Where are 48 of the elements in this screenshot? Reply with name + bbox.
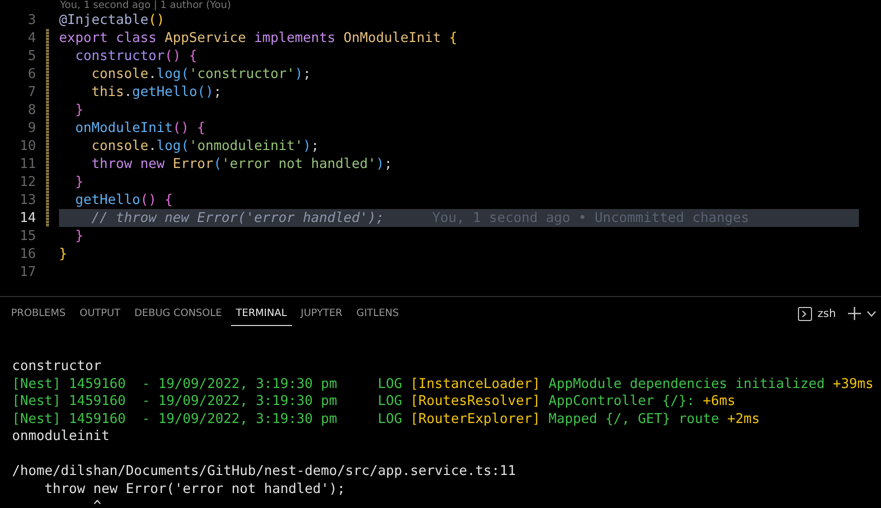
line-number: 8	[26, 101, 36, 119]
code-line: }	[74, 227, 84, 245]
terminal-output-line: constructor	[12, 358, 102, 374]
line-number: 13	[18, 191, 36, 209]
terminal-output-line: onmoduleinit	[12, 428, 110, 444]
code-line: throw new Error('error not handled');	[90, 155, 392, 173]
terminal-output-line: /home/dilshan/Documents/GitHub/nest-demo/src/app.service.ts:11	[12, 463, 516, 479]
line-number: 5	[26, 47, 36, 65]
terminal-output-line: [Nest] 1459160 - 19/09/2022, 3:19:30 pm LOG [InstanceLoader] AppModule dependencies initialized +39ms	[12, 376, 874, 392]
line-number: 4	[26, 29, 36, 47]
panel-tab[interactable]: DEBUG CONSOLE	[129, 301, 227, 326]
line-number: 11	[18, 155, 36, 173]
panel-tab[interactable]: JUPYTER	[296, 301, 348, 326]
line-number: 10	[18, 137, 36, 155]
code-line: console.log('onmoduleinit');	[90, 137, 320, 155]
panel-tab[interactable]: PROBLEMS	[6, 301, 71, 326]
line-number: 6	[26, 65, 36, 83]
shell-selector[interactable]: zsh	[818, 307, 836, 320]
code-line: export class AppService implements OnModuleInit {	[59, 29, 458, 47]
terminal-output-line: [Nest] 1459160 - 19/09/2022, 3:19:30 pm LOG [RouterExplorer] Mapped {/, GET} route +2ms	[12, 410, 760, 426]
code-line: console.log('constructor');	[90, 65, 312, 83]
code-line: }	[59, 245, 68, 263]
line-number: 17	[18, 263, 36, 281]
codelens-annotation[interactable]: You, 1 second ago | 1 author (You)	[0, 0, 232, 11]
code-line: this.getHello();	[90, 83, 222, 101]
code-line: constructor() {	[74, 47, 198, 65]
line-number: 15	[18, 227, 36, 245]
panel-tab[interactable]: TERMINAL	[230, 301, 292, 326]
terminal-output-line: ^	[92, 498, 102, 508]
code-line: }	[74, 101, 84, 119]
code-line: onModuleInit() {	[74, 119, 206, 137]
line-number: 12	[18, 173, 36, 191]
line-number: 7	[26, 83, 36, 101]
chevron-down-icon[interactable]	[867, 310, 876, 316]
code-line: getHello() {	[74, 191, 173, 209]
line-number: 14	[18, 209, 36, 227]
code-line: }	[74, 173, 84, 191]
line-number: 16	[18, 245, 36, 263]
panel-tab[interactable]: GITLENS	[351, 301, 404, 326]
terminal-icon	[798, 306, 812, 320]
code-line: // throw new Error('error handled');	[90, 209, 384, 227]
line-number: 3	[26, 11, 36, 29]
terminal-output-line: [Nest] 1459160 - 19/09/2022, 3:19:30 pm LOG [RoutesResolver] AppController {/}: +6ms	[12, 393, 736, 409]
code-line: @Injectable()	[59, 11, 165, 29]
plus-icon[interactable]	[848, 307, 861, 320]
panel-tab[interactable]: OUTPUT	[74, 301, 126, 326]
terminal-output-line: throw new Error('error not handled');	[44, 480, 346, 496]
line-number: 9	[26, 119, 36, 137]
